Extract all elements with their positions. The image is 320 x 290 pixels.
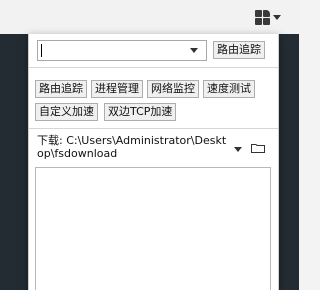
text-cursor (41, 44, 42, 57)
folder-icon[interactable] (251, 143, 265, 153)
route-trace-tool-button[interactable]: 路由追踪 (35, 80, 87, 98)
route-target-combobox[interactable] (37, 40, 207, 61)
process-manager-button[interactable]: 进程管理 (91, 80, 143, 98)
download-path-label: 下载: C:\Users\Administrator\Desktop\fsdow… (37, 134, 227, 160)
chevron-down-icon[interactable] (234, 147, 242, 152)
dual-tcp-accel-button[interactable]: 双边TCP加速 (104, 103, 177, 121)
custom-accel-button[interactable]: 自定义加速 (35, 103, 98, 121)
speed-test-button[interactable]: 速度测试 (203, 80, 255, 98)
chevron-down-icon (273, 14, 281, 20)
extension-button[interactable] (255, 9, 291, 25)
output-textarea[interactable] (35, 167, 271, 290)
extension-popup: 路由追踪 路由追踪 进程管理 网络监控 速度测试 自定义加速 双边TCP加速 下… (28, 34, 279, 290)
divider (29, 128, 278, 129)
route-trace-run-button[interactable]: 路由追踪 (213, 41, 265, 59)
grid-icon (255, 9, 270, 25)
chevron-down-icon[interactable] (190, 48, 198, 53)
divider (29, 67, 278, 68)
network-monitor-button[interactable]: 网络监控 (147, 80, 199, 98)
